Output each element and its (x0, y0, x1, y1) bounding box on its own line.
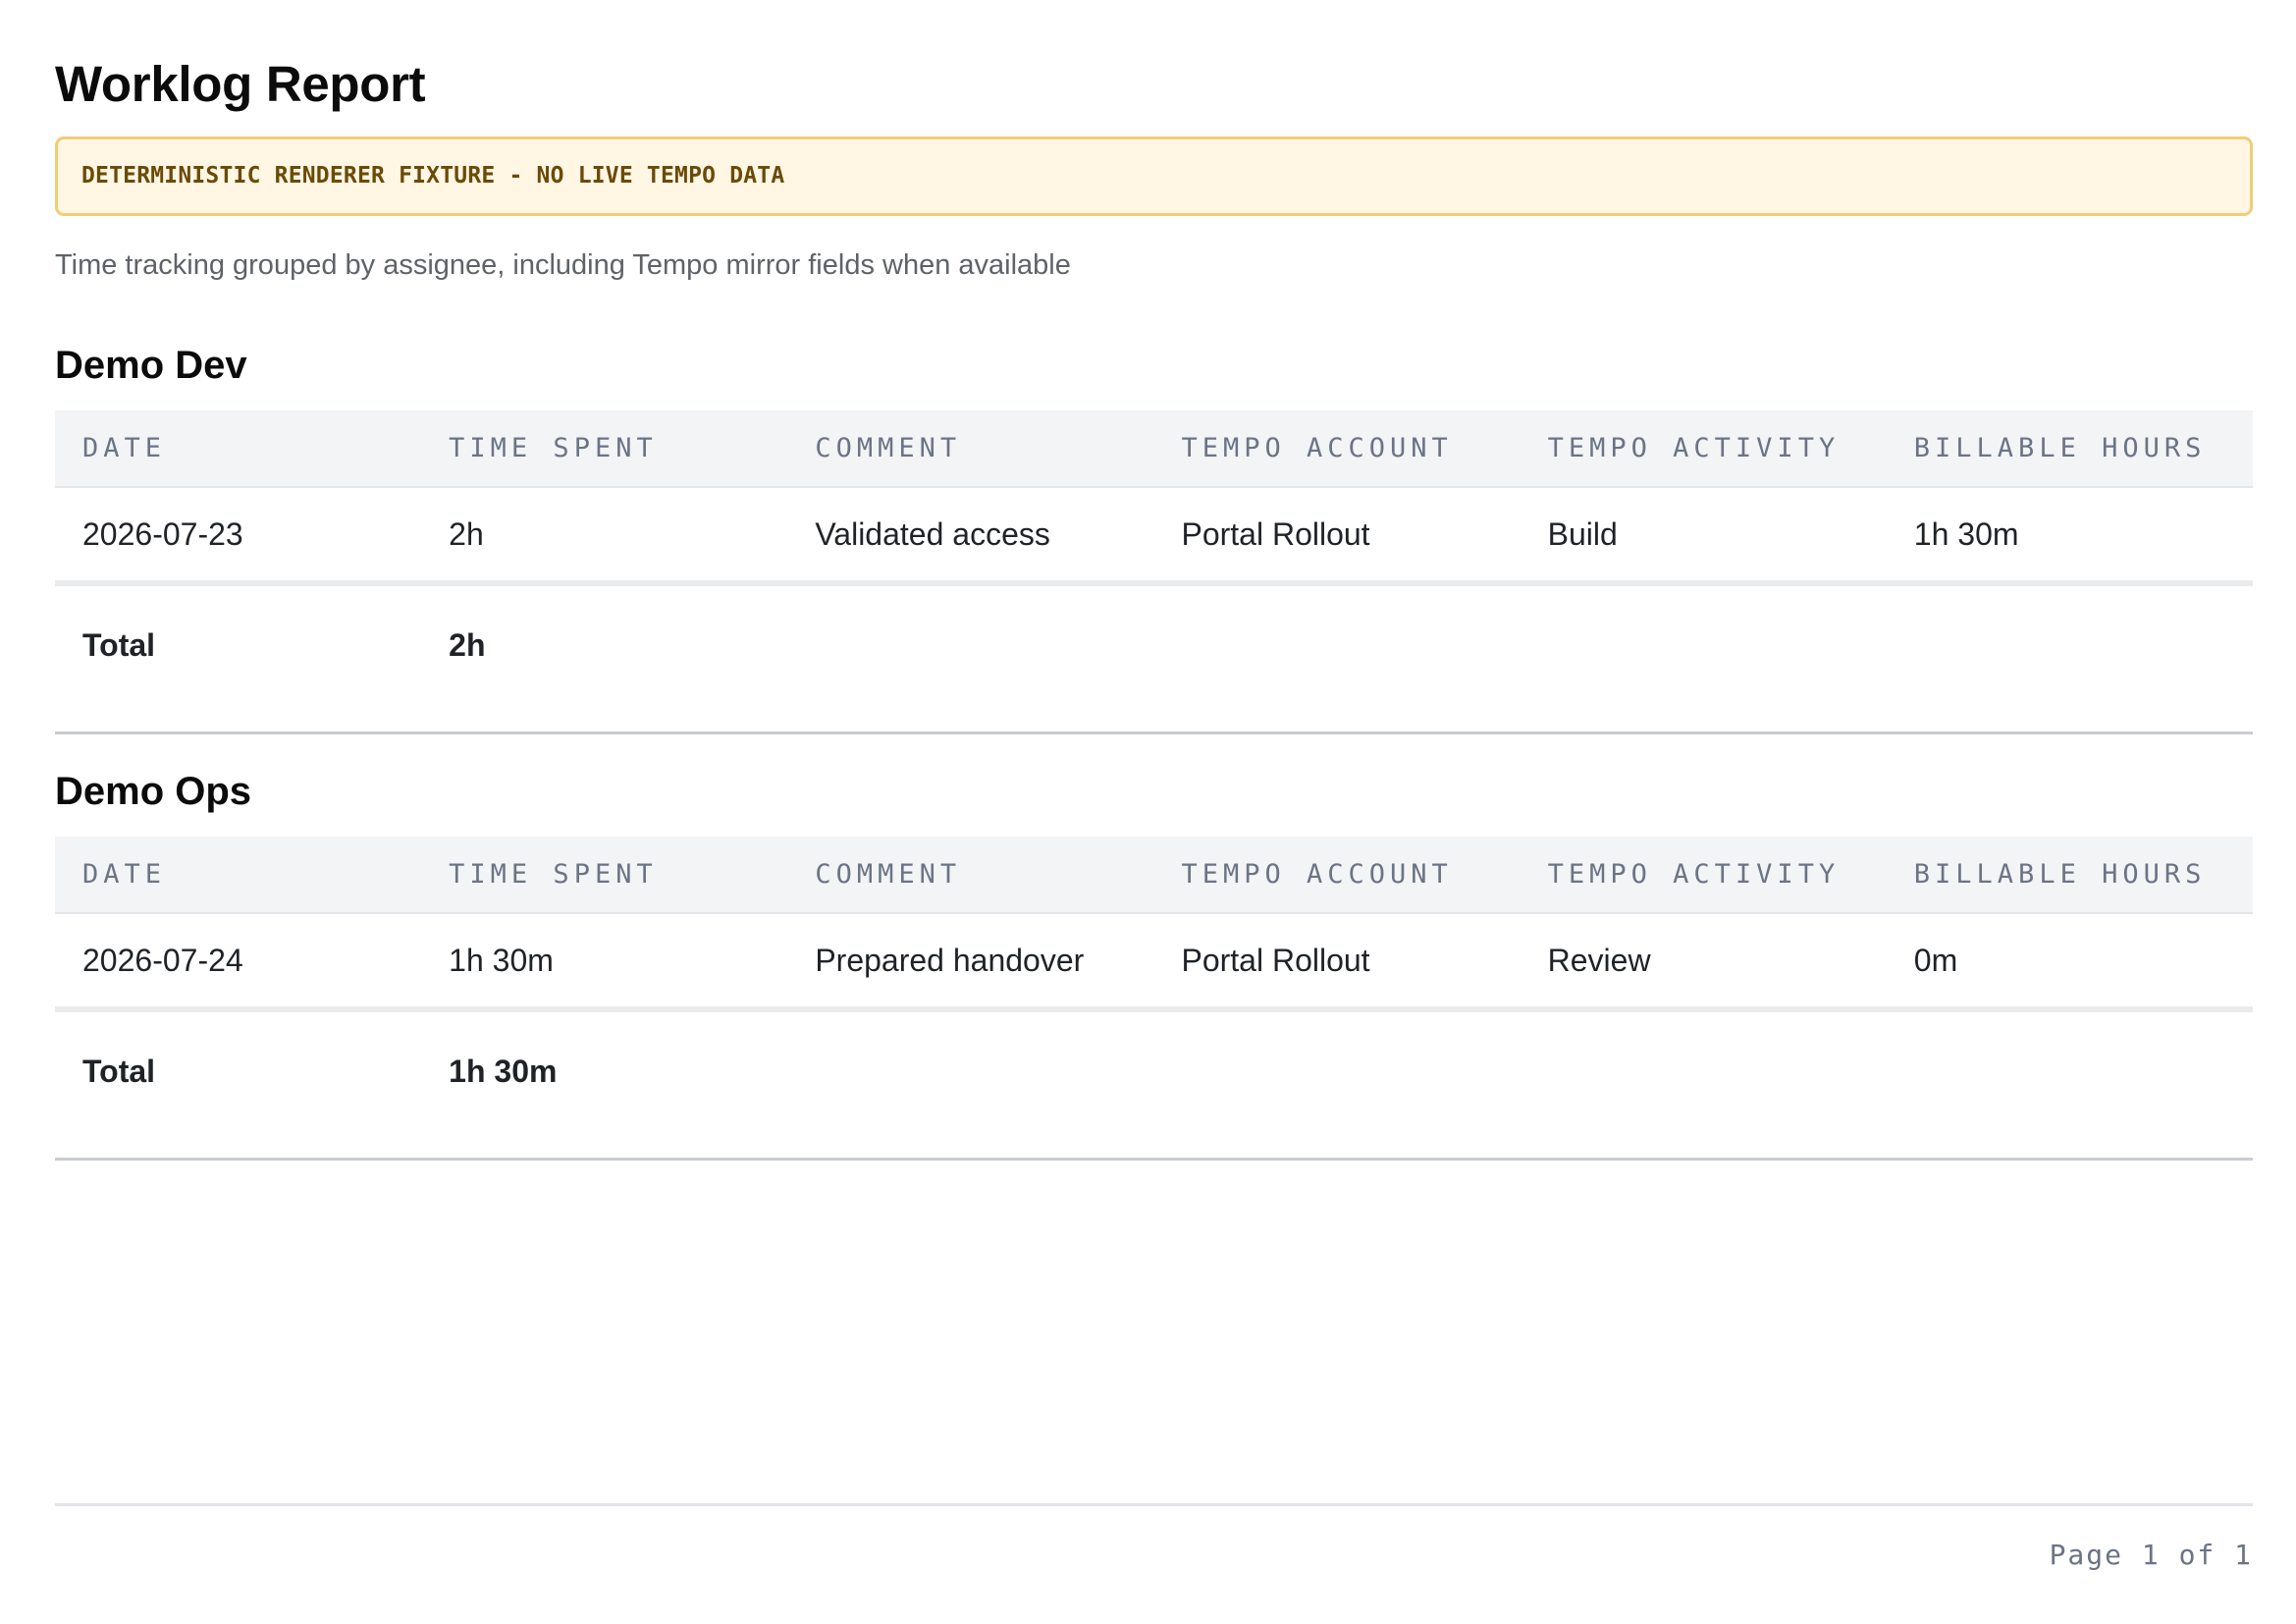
column-header-billable-hours: BILLABLE HOURS (1886, 410, 2253, 488)
worklog-table: DATE TIME SPENT COMMENT TEMPO ACCOUNT TE… (55, 837, 2253, 1161)
column-header-time-spent: TIME SPENT (421, 837, 788, 914)
assignee-group-demo-ops: Demo Ops DATE TIME SPENT COMMENT TEMPO A… (55, 765, 2253, 1161)
report-title: Worklog Report (55, 56, 426, 112)
cell-tempo-activity: Build (1520, 487, 1887, 586)
column-header-date: DATE (55, 410, 422, 488)
cell-date: 2026-07-23 (55, 487, 422, 586)
total-label: Total (55, 1009, 422, 1161)
cell-tempo-activity: Review (1520, 913, 1887, 1012)
worklog-table: DATE TIME SPENT COMMENT TEMPO ACCOUNT TE… (55, 410, 2253, 734)
cell-billable-hours: 1h 30m (1886, 487, 2253, 586)
column-header-time-spent: TIME SPENT (421, 410, 788, 488)
column-header-billable-hours: BILLABLE HOURS (1886, 837, 2253, 914)
fixture-warning-text: DETERMINISTIC RENDERER FIXTURE - NO LIVE… (81, 163, 785, 189)
cell-tempo-account: Portal Rollout (1153, 487, 1521, 586)
cell-tempo-account: Portal Rollout (1153, 913, 1521, 1012)
report-subtitle: Time tracking grouped by assignee, inclu… (55, 249, 1071, 281)
column-header-date: DATE (55, 837, 422, 914)
column-header-tempo-account: TEMPO ACCOUNT (1153, 837, 1521, 914)
total-row: Total 1h 30m (55, 1009, 2253, 1161)
table-row: 2026-07-23 2h Validated access Portal Ro… (55, 487, 2253, 586)
table-header-row: DATE TIME SPENT COMMENT TEMPO ACCOUNT TE… (55, 410, 2253, 488)
table-header-row: DATE TIME SPENT COMMENT TEMPO ACCOUNT TE… (55, 837, 2253, 914)
fixture-warning-banner: DETERMINISTIC RENDERER FIXTURE - NO LIVE… (55, 136, 2253, 216)
cell-date: 2026-07-24 (55, 913, 422, 1012)
total-label: Total (55, 583, 422, 734)
column-header-tempo-activity: TEMPO ACTIVITY (1520, 837, 1887, 914)
total-value: 1h 30m (421, 1009, 788, 1161)
table-row: 2026-07-24 1h 30m Prepared handover Port… (55, 913, 2253, 1012)
column-header-comment: COMMENT (787, 837, 1154, 914)
worklog-report-page: Worklog Report DETERMINISTIC RENDERER FI… (55, 0, 2253, 1624)
cell-time-spent: 1h 30m (421, 913, 788, 1012)
page-number: Page 1 of 1 (2049, 1539, 2253, 1571)
cell-billable-hours: 0m (1886, 913, 2253, 1012)
footer-divider (55, 1503, 2253, 1506)
column-header-comment: COMMENT (787, 410, 1154, 488)
column-header-tempo-account: TEMPO ACCOUNT (1153, 410, 1521, 488)
column-header-tempo-activity: TEMPO ACTIVITY (1520, 410, 1887, 488)
cell-comment: Prepared handover (787, 913, 1154, 1012)
assignee-heading: Demo Dev (55, 344, 247, 387)
total-value: 2h (421, 583, 788, 734)
assignee-heading: Demo Ops (55, 770, 252, 813)
total-row: Total 2h (55, 583, 2253, 734)
cell-comment: Validated access (787, 487, 1154, 586)
assignee-group-demo-dev: Demo Dev DATE TIME SPENT COMMENT TEMPO A… (55, 339, 2253, 734)
cell-time-spent: 2h (421, 487, 788, 586)
